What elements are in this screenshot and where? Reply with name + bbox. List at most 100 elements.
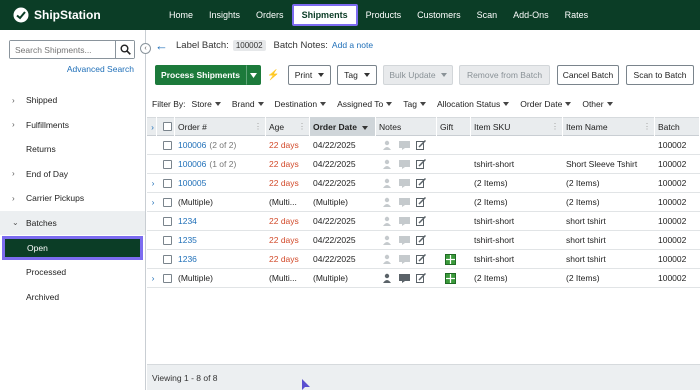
filter-other-dropdown[interactable]: Other xyxy=(582,99,612,109)
edit-note-icon[interactable] xyxy=(416,235,426,245)
chevron-down-icon: ⌄ xyxy=(12,218,19,228)
column-order[interactable]: Order # ⋮ xyxy=(175,117,266,136)
filter-assigned-to-dropdown[interactable]: Assigned To xyxy=(337,99,392,109)
cancel-batch-button[interactable]: Cancel Batch xyxy=(557,65,619,85)
expand-row-icon[interactable]: › xyxy=(147,193,157,212)
order-number-link[interactable]: 1235 xyxy=(178,235,197,245)
expand-all-icon[interactable]: › xyxy=(147,117,157,136)
search-shipments-input[interactable] xyxy=(10,41,115,58)
row-checkbox[interactable] xyxy=(163,273,172,283)
batch-cell: 100002 xyxy=(658,235,687,245)
expand-row-icon[interactable]: › xyxy=(147,174,157,193)
filter-store-dropdown[interactable]: Store xyxy=(192,99,221,109)
sidebar-item-carrier-pickups[interactable]: › Carrier Pickups xyxy=(0,186,145,211)
batch-cell: 100002 xyxy=(658,216,687,226)
scan-to-batch-button[interactable]: Scan to Batch xyxy=(626,65,694,85)
filter-destination-dropdown[interactable]: Destination xyxy=(275,99,327,109)
order-number-link[interactable]: 100006 xyxy=(178,159,206,169)
order-date-cell: (Multiple) xyxy=(313,273,348,283)
row-checkbox-cell xyxy=(157,155,175,174)
sidebar-item-archived[interactable]: Archived xyxy=(0,285,145,310)
filter-brand-dropdown[interactable]: Brand xyxy=(232,99,264,109)
table-row[interactable]: › (Multiple) (Multi... (Multiple) (2 Items) (… xyxy=(147,269,700,288)
sidebar-item-open[interactable]: Open xyxy=(2,236,143,260)
row-checkbox-cell xyxy=(157,136,175,155)
process-options-dropdown[interactable] xyxy=(246,65,261,85)
sidebar-item-processed[interactable]: Processed xyxy=(0,260,145,285)
column-age[interactable]: Age ⋮ xyxy=(266,117,310,136)
row-checkbox[interactable] xyxy=(163,197,172,207)
edit-note-icon[interactable] xyxy=(416,254,426,264)
column-gift[interactable]: Gift xyxy=(437,117,471,136)
order-number-cell: (Multiple) xyxy=(175,269,266,288)
edit-note-icon[interactable] xyxy=(416,140,426,150)
sidebar-item-label: Fulfillments xyxy=(26,119,69,130)
row-checkbox[interactable] xyxy=(163,140,172,150)
advanced-search-link[interactable]: Advanced Search xyxy=(67,64,134,74)
table-row[interactable]: 1236 22 days 04/22/2025 tshirt-short short t… xyxy=(147,250,700,269)
nav-item-scan[interactable]: Scan xyxy=(469,4,506,26)
item-name-cell: (2 Items) xyxy=(566,178,600,188)
nav-menu: Home Insights Orders Shipments Products Custo… xyxy=(161,0,596,30)
column-menu-icon: ⋮ xyxy=(551,122,559,131)
item-sku-cell: (2 Items) xyxy=(474,273,508,283)
sidebar-item-returns[interactable]: Returns xyxy=(0,137,145,162)
edit-note-icon[interactable] xyxy=(416,159,426,169)
filter-order-date-dropdown[interactable]: Order Date xyxy=(520,99,571,109)
brand-logo[interactable]: ShipStation xyxy=(13,7,161,23)
process-shipments-button[interactable]: Process Shipments xyxy=(155,65,246,85)
table-row[interactable]: 100006 (2 of 2) 22 days 04/22/2025 100002 xyxy=(147,136,700,155)
row-checkbox[interactable] xyxy=(163,178,172,188)
table-row[interactable]: 1235 22 days 04/22/2025 tshirt-short short t… xyxy=(147,231,700,250)
edit-note-icon[interactable] xyxy=(416,216,426,226)
column-item-sku[interactable]: Item SKU ⋮ xyxy=(471,117,563,136)
edit-note-icon[interactable] xyxy=(416,273,426,283)
nav-item-insights[interactable]: Insights xyxy=(201,4,248,26)
expand-row-icon[interactable]: › xyxy=(147,269,157,288)
add-note-link[interactable]: Add a note xyxy=(332,40,373,50)
table-row[interactable]: › (Multiple) (Multi... (Multiple) (2 Items) (… xyxy=(147,193,700,212)
customer-note-icon xyxy=(383,140,391,150)
nav-item-add-ons[interactable]: Add-Ons xyxy=(505,4,557,26)
table-row[interactable]: 1234 22 days 04/22/2025 tshirt-short short t… xyxy=(147,212,700,231)
sidebar-item-fulfillments[interactable]: › Fulfillments xyxy=(0,113,145,138)
row-checkbox[interactable] xyxy=(163,254,172,264)
order-number-link[interactable]: 100006 xyxy=(178,140,206,150)
table-row[interactable]: › 100005 22 days 04/22/2025 (2 Items) (2 Item… xyxy=(147,174,700,193)
column-notes[interactable]: Notes xyxy=(376,117,437,136)
row-checkbox[interactable] xyxy=(163,216,172,226)
column-batch[interactable]: Batch xyxy=(655,117,700,136)
tag-button[interactable]: Tag xyxy=(337,65,377,85)
edit-note-icon[interactable] xyxy=(416,178,426,188)
print-button[interactable]: Print xyxy=(288,65,331,85)
nav-item-customers[interactable]: Customers xyxy=(409,4,469,26)
row-checkbox[interactable] xyxy=(163,159,172,169)
edit-note-icon[interactable] xyxy=(416,197,426,207)
search-button[interactable] xyxy=(115,41,134,58)
remove-from-batch-button[interactable]: Remove from Batch xyxy=(459,65,550,85)
table-row[interactable]: 100006 (1 of 2) 22 days 04/22/2025 tshirt-sh… xyxy=(147,155,700,174)
row-checkbox[interactable] xyxy=(163,235,172,245)
nav-item-home[interactable]: Home xyxy=(161,4,201,26)
row-checkbox-cell xyxy=(157,231,175,250)
sidebar-item-shipped[interactable]: › Shipped xyxy=(0,88,145,113)
order-number-cell: 1236 xyxy=(175,250,266,269)
nav-item-orders[interactable]: Orders xyxy=(248,4,292,26)
nav-item-shipments[interactable]: Shipments xyxy=(291,4,358,26)
order-number-link[interactable]: 1234 xyxy=(178,216,197,226)
internal-note-icon xyxy=(399,178,410,188)
column-order-date[interactable]: Order Date xyxy=(310,117,376,136)
sidebar-item-batches[interactable]: ⌄ Batches xyxy=(0,210,145,235)
back-arrow-icon[interactable]: ← xyxy=(155,38,168,53)
order-number-link[interactable]: 100005 xyxy=(178,178,206,188)
select-all-checkbox[interactable] xyxy=(162,122,172,131)
nav-item-products[interactable]: Products xyxy=(358,4,410,26)
column-menu-icon: ⋮ xyxy=(643,122,651,131)
column-item-name[interactable]: Item Name ⋮ xyxy=(563,117,655,136)
filter-tag-dropdown[interactable]: Tag xyxy=(403,99,426,109)
bulk-update-button[interactable]: Bulk Update xyxy=(383,65,453,85)
filter-allocation-status-dropdown[interactable]: Allocation Status xyxy=(437,99,509,109)
nav-item-rates[interactable]: Rates xyxy=(557,4,597,26)
order-number-link[interactable]: 1236 xyxy=(178,254,197,264)
sidebar-item-end-of-day[interactable]: › End of Day xyxy=(0,162,145,187)
